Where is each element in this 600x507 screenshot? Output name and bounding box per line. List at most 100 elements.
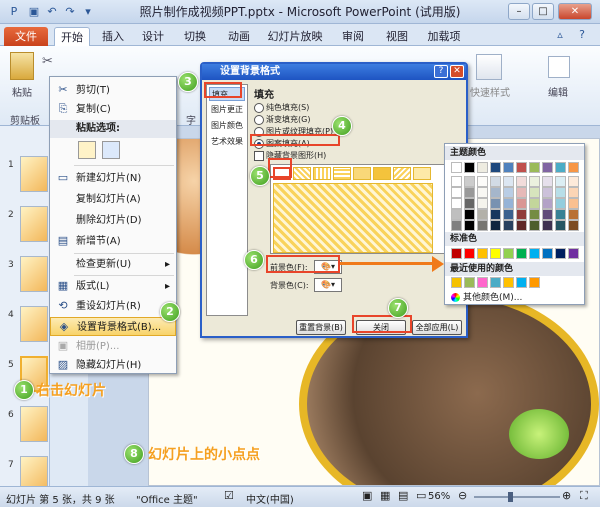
recent-color-swatch[interactable] (529, 277, 540, 288)
theme-shade-swatch[interactable] (516, 198, 527, 209)
zoom-in-icon[interactable]: ⊕ (562, 489, 571, 502)
zoom-level[interactable]: 56% (428, 491, 450, 502)
cut-icon[interactable]: ✂ (42, 54, 53, 69)
theme-shade-swatch[interactable] (542, 220, 553, 231)
theme-color-swatch[interactable] (490, 162, 501, 173)
theme-shade-swatch[interactable] (516, 220, 527, 231)
edit-icon[interactable] (548, 56, 570, 78)
tab-transitions[interactable]: 切换 (178, 27, 212, 46)
theme-color-swatch[interactable] (555, 162, 566, 173)
theme-shade-swatch[interactable] (555, 198, 566, 209)
theme-color-swatch[interactable] (477, 162, 488, 173)
theme-shade-swatch[interactable] (490, 187, 501, 198)
theme-shade-swatch[interactable] (542, 198, 553, 209)
theme-shade-swatch[interactable] (451, 187, 462, 198)
theme-shade-swatch[interactable] (568, 209, 579, 220)
tab-design[interactable]: 设计 (136, 27, 170, 46)
tab-animations[interactable]: 动画 (222, 27, 256, 46)
theme-shade-swatch[interactable] (464, 176, 475, 187)
theme-shade-swatch[interactable] (464, 198, 475, 209)
menu-item-delete-slide[interactable]: 删除幻灯片(D) (50, 211, 176, 230)
pattern-swatch-rows[interactable] (273, 183, 433, 253)
theme-shade-swatch[interactable] (503, 176, 514, 187)
theme-shade-swatch[interactable] (451, 198, 462, 209)
tab-view[interactable]: 视图 (380, 27, 414, 46)
paste-keep-format-icon[interactable] (78, 141, 96, 159)
recent-color-swatch[interactable] (490, 277, 501, 288)
tab-slideshow[interactable]: 幻灯片放映 (262, 27, 328, 46)
theme-shade-swatch[interactable] (555, 209, 566, 220)
theme-shade-swatch[interactable] (568, 198, 579, 209)
standard-color-swatch[interactable] (477, 248, 488, 259)
slide-thumbnail[interactable] (20, 256, 48, 292)
fit-to-window-icon[interactable]: ⛶ (580, 489, 588, 503)
recent-color-swatch[interactable] (451, 277, 462, 288)
theme-shade-swatch[interactable] (529, 187, 540, 198)
menu-item-photo-album[interactable]: ▣ 相册(P)... (50, 337, 176, 356)
theme-color-swatch[interactable] (516, 162, 527, 173)
theme-shade-swatch[interactable] (503, 187, 514, 198)
dialog-close-button[interactable]: ✕ (450, 65, 464, 78)
theme-shade-swatch[interactable] (529, 176, 540, 187)
paste-label[interactable]: 粘贴 (12, 84, 32, 99)
menu-item-hide-slide[interactable]: ▨ 隐藏幻灯片(H) (50, 356, 176, 375)
theme-shade-swatch[interactable] (477, 198, 488, 209)
menu-item-copy[interactable]: ⎘ 复制(C) (50, 100, 176, 119)
quick-style-icon[interactable] (476, 54, 502, 80)
theme-shade-swatch[interactable] (490, 220, 501, 231)
menu-item-cut[interactable]: ✂ 剪切(T) (50, 81, 176, 100)
theme-shade-swatch[interactable] (451, 209, 462, 220)
slide-sorter-icon[interactable]: ▦ (380, 489, 390, 502)
standard-color-swatch[interactable] (451, 248, 462, 259)
pattern-swatch[interactable] (333, 167, 351, 180)
theme-shade-swatch[interactable] (568, 176, 579, 187)
tab-review[interactable]: 审阅 (336, 27, 370, 46)
maximize-button[interactable]: □ (532, 3, 554, 20)
theme-shade-swatch[interactable] (555, 187, 566, 198)
menu-item-duplicate-slide[interactable]: 复制幻灯片(A) (50, 190, 176, 209)
ribbon-minimize-icon[interactable]: ▵ (552, 27, 568, 43)
paste-icon[interactable] (10, 52, 34, 80)
pattern-swatch[interactable] (413, 167, 431, 180)
paste-picture-icon[interactable] (102, 141, 120, 159)
theme-color-swatch[interactable] (568, 162, 579, 173)
pattern-swatch[interactable] (313, 167, 331, 180)
menu-item-format-background[interactable]: ◈ 设置背景格式(B)... (50, 317, 176, 336)
pattern-swatch[interactable] (293, 167, 311, 180)
slide-thumbnail[interactable] (20, 206, 48, 242)
slideshow-view-icon[interactable]: ▭ (416, 489, 426, 502)
zoom-slider-thumb[interactable] (508, 492, 513, 502)
theme-shade-swatch[interactable] (464, 220, 475, 231)
zoom-slider[interactable] (474, 496, 560, 498)
standard-color-swatch[interactable] (503, 248, 514, 259)
more-colors-link[interactable]: 其他颜色(M)... (451, 290, 522, 303)
theme-shade-swatch[interactable] (568, 220, 579, 231)
theme-shade-swatch[interactable] (516, 209, 527, 220)
nav-picture-corrections[interactable]: 图片更正 (209, 103, 245, 117)
menu-item-layout[interactable]: ▦ 版式(L) ▸ (50, 277, 176, 296)
menu-item-add-section[interactable]: ▤ 新增节(A) (50, 232, 176, 251)
theme-shade-swatch[interactable] (464, 187, 475, 198)
theme-shade-swatch[interactable] (555, 220, 566, 231)
radio-gradient-fill[interactable]: 渐变填充(G) (254, 114, 310, 125)
theme-shade-swatch[interactable] (477, 220, 488, 231)
theme-shade-swatch[interactable] (503, 209, 514, 220)
apply-to-all-button[interactable]: 全部应用(L) (412, 320, 462, 335)
theme-shade-swatch[interactable] (477, 176, 488, 187)
slide-thumbnail-panel[interactable]: 1 2 3 4 5 6 7 (0, 126, 50, 492)
theme-shade-swatch[interactable] (477, 209, 488, 220)
background-color-dropdown[interactable]: 🎨▾ (314, 278, 342, 292)
close-window-button[interactable]: ✕ (558, 3, 592, 20)
edit-label[interactable]: 编辑 (548, 84, 568, 99)
menu-item-check-updates[interactable]: 检查更新(U) ▸ (50, 255, 176, 274)
theme-shade-swatch[interactable] (516, 187, 527, 198)
radio-solid-fill[interactable]: 纯色填充(S) (254, 102, 309, 113)
theme-shade-swatch[interactable] (503, 198, 514, 209)
theme-color-swatch[interactable] (542, 162, 553, 173)
slide-thumbnail[interactable] (20, 406, 48, 442)
theme-shade-swatch[interactable] (568, 187, 579, 198)
menu-item-new-slide[interactable]: ▭ 新建幻灯片(N) (50, 169, 176, 188)
menu-item-reset-slide[interactable]: ⟲ 重设幻灯片(R) (50, 297, 176, 316)
reset-background-button[interactable]: 重置背景(B) (296, 320, 346, 335)
theme-shade-swatch[interactable] (542, 187, 553, 198)
